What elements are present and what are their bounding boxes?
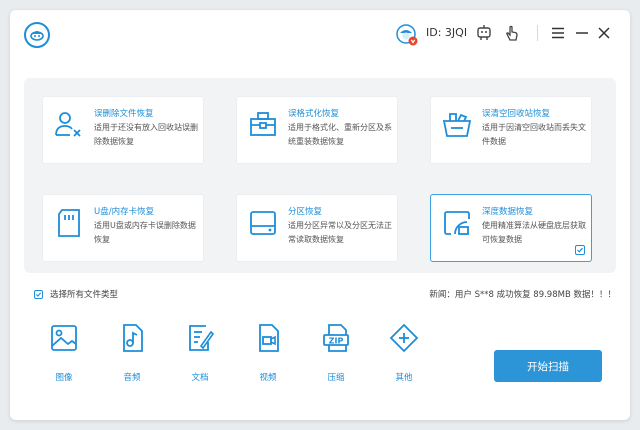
filetype-other[interactable]: 其他 xyxy=(384,322,424,383)
recovery-modes-panel: 误删除文件恢复 适用于还没有放入回收站误删除数据恢复 误格式化恢复 适用于格式化… xyxy=(24,78,616,273)
filetype-document[interactable]: 文档 xyxy=(180,322,220,383)
mode-card-format[interactable]: 误格式化恢复 适用于格式化、重新分区及系统重装数据恢复 xyxy=(236,96,398,164)
delete-user-icon xyxy=(53,109,85,141)
close-icon[interactable] xyxy=(594,23,614,43)
user-avatar[interactable] xyxy=(396,24,418,46)
mode-desc: 适用于因清空回收站而丢失文件数据 xyxy=(482,123,586,146)
filetype-label: 压缩 xyxy=(327,373,345,383)
other-icon xyxy=(388,322,420,354)
mode-desc: 适用分区异常以及分区无法正常读取数据恢复 xyxy=(288,221,392,244)
video-icon xyxy=(252,322,284,354)
mode-desc: 适用U盘或内存卡误删除数据恢复 xyxy=(94,221,196,244)
filetype-label: 图像 xyxy=(55,373,73,383)
filetype-zip[interactable]: ZIP 压缩 xyxy=(316,322,356,383)
mode-card-partition[interactable]: 分区恢复 适用分区异常以及分区无法正常读取数据恢复 xyxy=(236,194,398,262)
minimize-icon[interactable] xyxy=(572,23,592,43)
filetype-label: 文档 xyxy=(191,373,209,383)
filetype-audio[interactable]: 音频 xyxy=(112,322,152,383)
filetype-label: 音频 xyxy=(123,373,141,383)
mode-title: 分区恢复 xyxy=(288,207,323,217)
filetype-label: 其他 xyxy=(395,373,413,383)
hand-pointer-icon[interactable] xyxy=(502,23,522,43)
mode-title: U盘/内存卡恢复 xyxy=(94,207,155,217)
robot-service-icon[interactable] xyxy=(474,23,494,43)
mode-title: 误删除文件恢复 xyxy=(94,109,154,119)
mode-card-usb-sd[interactable]: U盘/内存卡恢复 适用U盘或内存卡误删除数据恢复 xyxy=(42,194,204,262)
filetype-image[interactable]: 图像 xyxy=(44,322,84,383)
recycle-basket-icon xyxy=(441,109,473,141)
checkbox-icon[interactable] xyxy=(34,289,43,299)
news-ticker: 新闻：用户 S**8 成功恢复 89.98MB 数据！！！ xyxy=(429,290,616,300)
mode-card-recycle-bin[interactable]: 误清空回收站恢复 适用于因清空回收站而丢失文件数据 xyxy=(430,96,592,164)
format-toolbox-icon xyxy=(247,109,279,141)
select-all-checkbox[interactable]: 选择所有文件类型 xyxy=(34,288,118,300)
document-icon xyxy=(184,322,216,354)
mode-card-deleted-files[interactable]: 误删除文件恢复 适用于还没有放入回收站误删除数据恢复 xyxy=(42,96,204,164)
mode-title: 误清空回收站恢复 xyxy=(482,109,551,119)
start-scan-button[interactable]: 开始扫描 xyxy=(494,350,602,382)
hard-drive-icon xyxy=(247,207,279,239)
filetype-video[interactable]: 视频 xyxy=(248,322,288,383)
filetype-label: 视频 xyxy=(259,373,277,383)
mode-title: 深度数据恢复 xyxy=(482,207,534,217)
mode-desc: 适用于格式化、重新分区及系统重装数据恢复 xyxy=(288,123,392,146)
menu-icon[interactable] xyxy=(548,23,568,43)
app-logo-icon xyxy=(24,22,50,48)
deep-scan-icon xyxy=(441,207,473,239)
sd-card-icon xyxy=(53,207,85,239)
image-icon xyxy=(48,322,80,354)
select-all-label: 选择所有文件类型 xyxy=(50,290,119,300)
mode-title: 误格式化恢复 xyxy=(288,109,340,119)
mode-card-deep-recovery[interactable]: 深度数据恢复 使用精准算法从硬盘底层获取可恢复数据 xyxy=(430,194,592,262)
app-window: ID: 3JQI 误删除文件恢复 适用于还没有放入回收站误删除数据恢复 误格式化… xyxy=(10,10,630,420)
audio-icon xyxy=(116,322,148,354)
zip-icon: ZIP xyxy=(320,322,352,354)
mode-desc: 使用精准算法从硬盘底层获取可恢复数据 xyxy=(482,221,586,244)
titlebar-divider xyxy=(537,25,538,41)
selected-check-icon xyxy=(575,245,585,255)
mode-desc: 适用于还没有放入回收站误删除数据恢复 xyxy=(94,123,198,146)
svg-text:ZIP: ZIP xyxy=(329,337,344,346)
user-id: ID: 3JQI xyxy=(426,26,468,39)
